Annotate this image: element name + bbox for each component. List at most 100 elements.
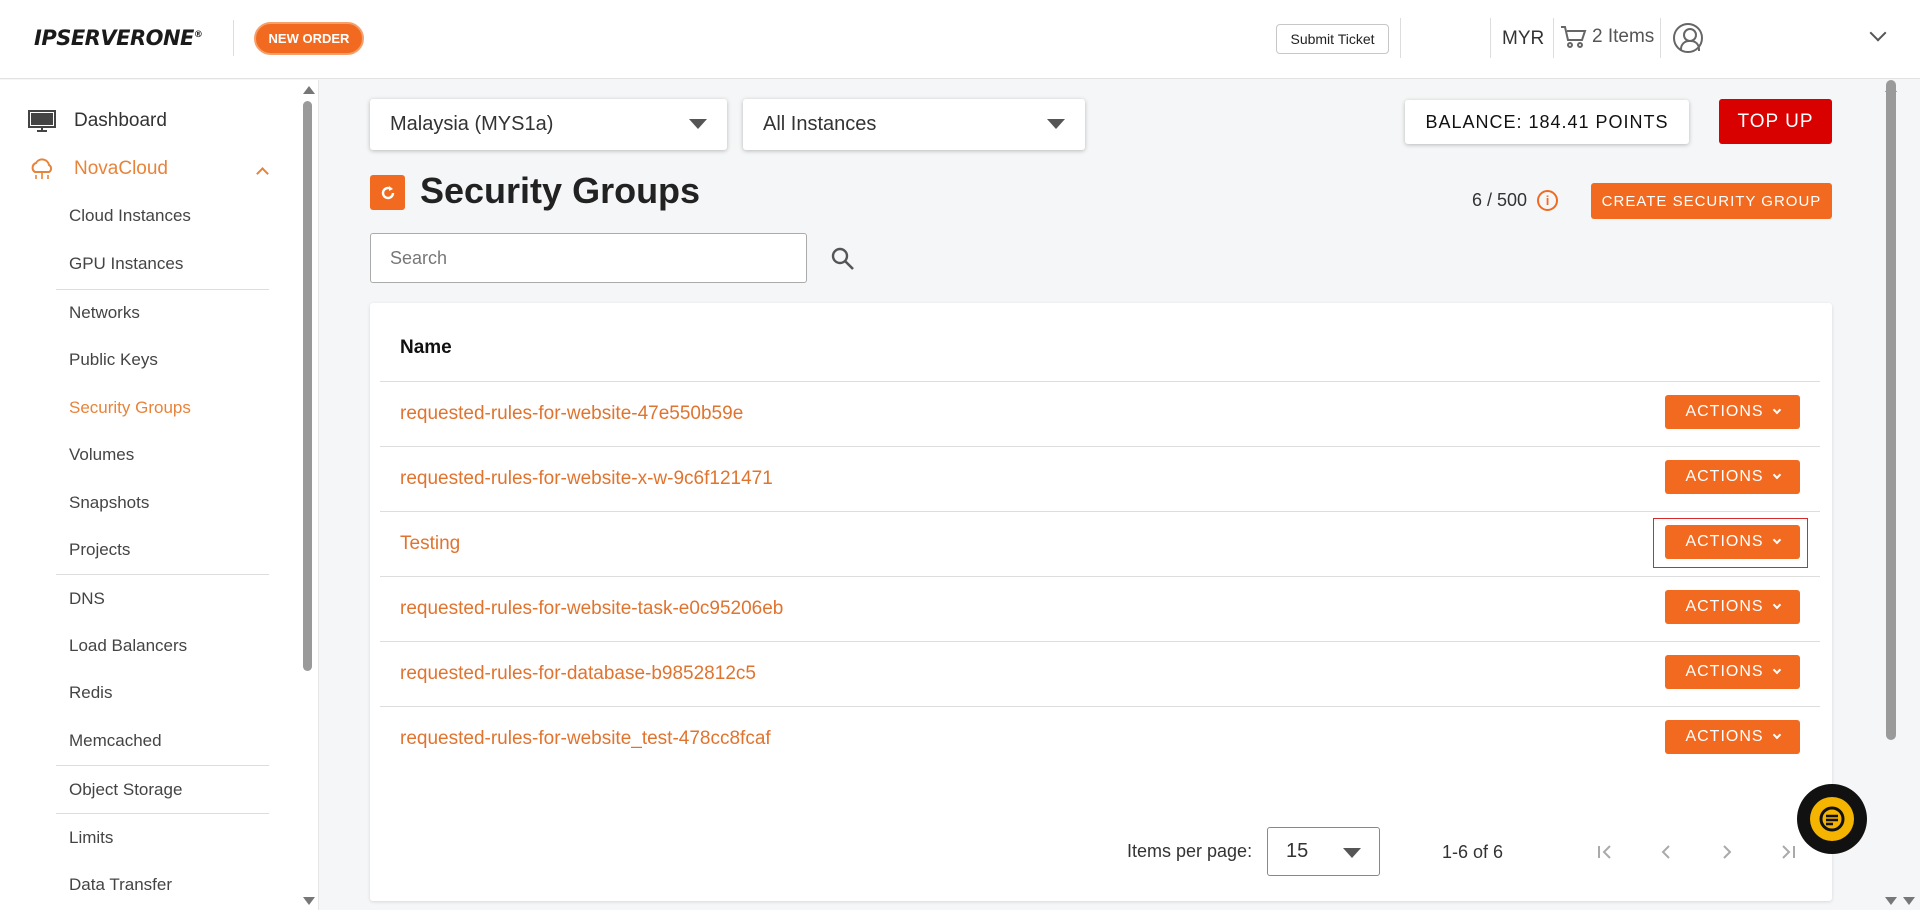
security-group-link[interactable]: requested-rules-for-website-task-e0c9520… <box>400 598 783 620</box>
window-scroll-down-icon[interactable] <box>1903 897 1915 905</box>
currency-selector[interactable]: MYR <box>1502 28 1544 50</box>
actions-label: ACTIONS <box>1685 728 1764 745</box>
actions-label: ACTIONS <box>1685 533 1764 550</box>
sidebar-item-security-groups[interactable]: Security Groups <box>69 398 191 418</box>
user-avatar-icon[interactable] <box>1673 23 1703 53</box>
items-per-page-select[interactable]: 15 <box>1267 827 1380 876</box>
table-row: Testing ACTIONS <box>380 511 1820 576</box>
actions-label: ACTIONS <box>1685 663 1764 680</box>
security-group-link[interactable]: requested-rules-for-database-b9852812c5 <box>400 663 756 685</box>
chevron-right-icon <box>1723 845 1732 859</box>
new-order-button[interactable]: NEW ORDER <box>254 22 364 55</box>
logo-divider <box>233 20 234 56</box>
sidebar-item-data-transfer[interactable]: Data Transfer <box>69 875 172 895</box>
sidebar-scroll-up-icon[interactable] <box>303 86 315 94</box>
items-per-page-value: 15 <box>1286 840 1309 862</box>
chat-button[interactable] <box>1797 784 1867 854</box>
last-page-icon <box>1782 845 1795 859</box>
sidebar-item-snapshots[interactable]: Snapshots <box>69 493 149 513</box>
ipserverone-logo[interactable]: IPSERVERONE® <box>34 26 203 50</box>
chevron-down-icon <box>1772 665 1781 675</box>
main-scroll-down-icon[interactable] <box>1885 897 1897 905</box>
actions-label: ACTIONS <box>1685 598 1764 615</box>
security-group-link[interactable]: requested-rules-for-website_test-478cc8f… <box>400 728 771 750</box>
topbar-divider <box>1490 18 1491 58</box>
top-bar: IPSERVERONE® NEW ORDER Submit Ticket MYR… <box>0 0 1920 79</box>
page-title: Security Groups <box>420 170 701 211</box>
first-page-button[interactable] <box>1594 841 1616 863</box>
sidebar-item-cloud-instances[interactable]: Cloud Instances <box>69 206 191 226</box>
chat-icon <box>1810 797 1854 841</box>
main-scrollbar[interactable] <box>1886 80 1896 740</box>
actions-label: ACTIONS <box>1685 403 1764 420</box>
refresh-button[interactable] <box>370 175 405 210</box>
sidebar-item-dns[interactable]: DNS <box>69 589 105 609</box>
sidebar-item-networks[interactable]: Networks <box>69 303 140 323</box>
actions-button[interactable]: ACTIONS <box>1665 395 1800 429</box>
security-group-link[interactable]: requested-rules-for-website-x-w-9c6f1214… <box>400 468 773 490</box>
chevron-down-icon[interactable] <box>1869 24 1887 42</box>
table-row: requested-rules-for-website-task-e0c9520… <box>380 576 1820 641</box>
sidebar-item-volumes[interactable]: Volumes <box>69 445 134 465</box>
sidebar-item-label: Dashboard <box>74 110 167 131</box>
create-security-group-button[interactable]: CREATE SECURITY GROUP <box>1591 183 1832 219</box>
logo-registered-mark: ® <box>193 30 203 40</box>
sidebar-scrollbar[interactable] <box>303 101 312 671</box>
table-row: requested-rules-for-database-b9852812c5 … <box>380 641 1820 706</box>
topbar-divider <box>1660 18 1661 58</box>
sidebar-item-label: NovaCloud <box>74 158 168 179</box>
info-icon[interactable]: i <box>1537 190 1558 211</box>
sidebar-item-gpu-instances[interactable]: GPU Instances <box>69 254 183 274</box>
security-group-quota: 6 / 500 <box>1472 190 1528 210</box>
cart-button[interactable]: 2 Items <box>1560 25 1654 49</box>
search-input[interactable] <box>370 233 807 283</box>
instances-dropdown[interactable]: All Instances <box>743 99 1085 150</box>
submit-ticket-button[interactable]: Submit Ticket <box>1276 24 1389 54</box>
actions-button[interactable]: ACTIONS <box>1665 720 1800 754</box>
sidebar-item-dashboard[interactable]: Dashboard <box>28 106 167 136</box>
caret-down-icon <box>689 119 707 129</box>
actions-button[interactable]: ACTIONS <box>1665 525 1800 559</box>
sidebar-divider <box>56 813 269 814</box>
security-group-link[interactable]: requested-rules-for-website-47e550b59e <box>400 403 743 425</box>
top-up-button[interactable]: TOP UP <box>1719 99 1832 144</box>
caret-down-icon <box>1047 119 1065 129</box>
chevron-down-icon <box>1772 405 1781 415</box>
previous-page-button[interactable] <box>1655 841 1677 863</box>
column-header-name: Name <box>400 337 452 358</box>
sidebar-item-projects[interactable]: Projects <box>69 540 130 560</box>
actions-button[interactable]: ACTIONS <box>1665 590 1800 624</box>
actions-button[interactable]: ACTIONS <box>1665 655 1800 689</box>
region-dropdown[interactable]: Malaysia (MYS1a) <box>370 99 727 150</box>
table-row: requested-rules-for-website-47e550b59e A… <box>380 381 1820 446</box>
last-page-button[interactable] <box>1777 841 1799 863</box>
monitor-icon <box>28 110 56 132</box>
sidebar-item-redis[interactable]: Redis <box>69 683 112 703</box>
items-per-page-label: Items per page: <box>1127 841 1253 861</box>
sidebar-scroll-down-icon[interactable] <box>303 897 315 905</box>
search-icon[interactable] <box>830 246 856 272</box>
sidebar-item-memcached[interactable]: Memcached <box>69 731 162 751</box>
chevron-down-icon <box>1772 470 1781 480</box>
chevron-up-icon[interactable] <box>256 167 269 180</box>
chevron-down-icon <box>1772 600 1781 610</box>
sidebar-item-object-storage[interactable]: Object Storage <box>69 780 182 800</box>
logo-text: IPSERVERONE <box>34 26 194 50</box>
cart-count: 2 Items <box>1592 26 1655 47</box>
sidebar-item-load-balancers[interactable]: Load Balancers <box>69 636 187 656</box>
region-value: Malaysia (MYS1a) <box>390 113 554 135</box>
sidebar-item-limits[interactable]: Limits <box>69 828 113 848</box>
instances-value: All Instances <box>763 113 877 135</box>
sidebar-item-novacloud[interactable]: NovaCloud <box>28 154 168 184</box>
topbar-divider <box>1553 18 1554 58</box>
security-group-link[interactable]: Testing <box>400 533 460 555</box>
security-groups-table: Name requested-rules-for-website-47e550b… <box>370 303 1832 901</box>
caret-down-icon <box>1343 848 1361 858</box>
chevron-down-icon <box>1772 535 1781 545</box>
chevron-down-icon <box>1772 730 1781 740</box>
sidebar-item-public-keys[interactable]: Public Keys <box>69 350 158 370</box>
sidebar: Dashboard NovaCloud Cloud Instances GPU … <box>0 80 319 910</box>
actions-button[interactable]: ACTIONS <box>1665 460 1800 494</box>
next-page-button[interactable] <box>1716 841 1738 863</box>
chevron-left-icon <box>1661 845 1670 859</box>
